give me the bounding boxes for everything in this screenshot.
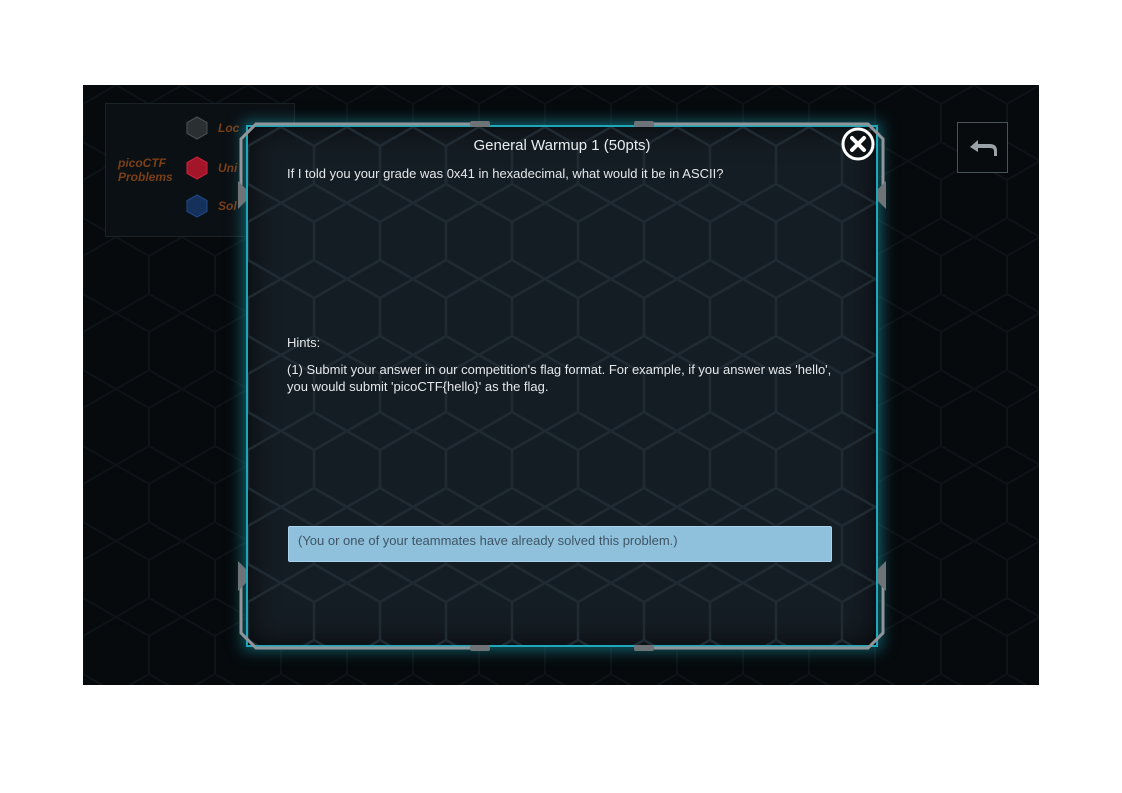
- solved-status-banner: (You or one of your teammates have alrea…: [288, 526, 832, 562]
- close-icon[interactable]: [841, 127, 875, 161]
- unsolved-hex-icon: [186, 156, 208, 180]
- back-arrow-icon: [969, 139, 997, 156]
- legend-item-label: Sol: [218, 199, 237, 213]
- legend-item-locked: Loc: [186, 116, 239, 140]
- locked-hex-icon: [186, 116, 208, 140]
- problem-question: If I told you your grade was 0x41 in hex…: [287, 166, 724, 181]
- modal-title: General Warmup 1 (50pts): [473, 137, 651, 154]
- legend-item-unsolved: Uni: [186, 156, 237, 180]
- legend-item-solved: Sol: [186, 194, 237, 218]
- back-button[interactable]: [957, 122, 1008, 173]
- legend-item-label: Uni: [218, 161, 238, 175]
- hints-label: Hints:: [287, 335, 321, 350]
- legend-item-label: Loc: [218, 121, 240, 135]
- problem-modal: General Warmup 1 (50pts) If I told you y…: [238, 121, 886, 651]
- solved-hex-icon: [186, 194, 208, 218]
- legend-title: picoCTF Problems: [118, 156, 173, 184]
- hint-text: (1) Submit your answer in our competitio…: [287, 362, 832, 394]
